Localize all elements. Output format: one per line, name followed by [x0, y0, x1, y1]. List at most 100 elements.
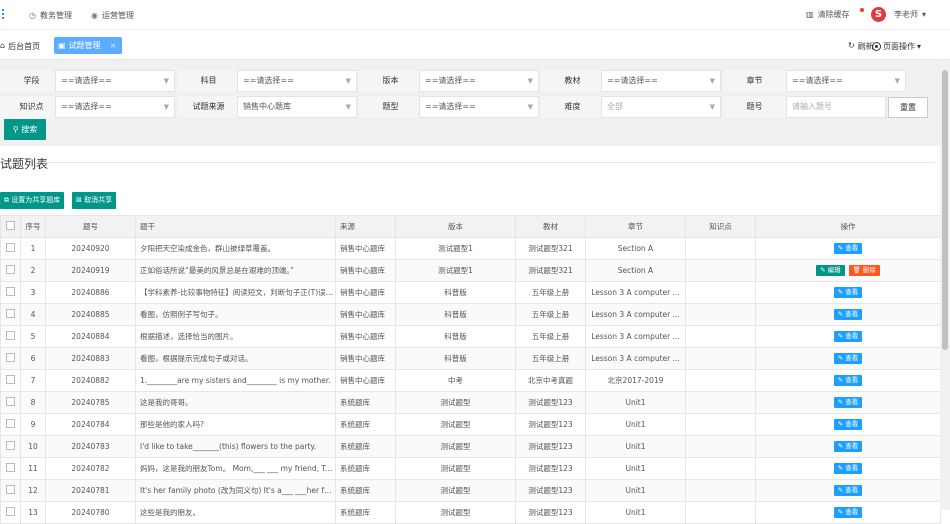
clear-cache-button[interactable]: ▥ 清除缓存	[806, 9, 850, 20]
tab-home[interactable]: ⌂ 后台首页	[0, 41, 40, 52]
cell-id: 20240783	[45, 435, 136, 458]
view-button[interactable]: ✎ 查看	[833, 507, 863, 518]
cell-knowledge	[685, 325, 756, 348]
cell-source: 销售中心题库	[335, 281, 396, 304]
cell-no: 3	[20, 281, 46, 304]
table-row: 1 20240920 夕阳把天空染成金色，群山被绿草覆盖。 销售中心题库 测试题型1 测试…	[0, 237, 941, 260]
cell-id: 20240780	[45, 501, 136, 524]
question-no-input[interactable]: 请输入题号	[786, 96, 886, 118]
cancel-shared-button[interactable]: ⊠ 取消共享	[72, 192, 117, 209]
view-button[interactable]: ✎ 查看	[833, 441, 863, 452]
row-checkbox[interactable]	[0, 281, 21, 304]
cell-id: 20240886	[45, 281, 136, 304]
select-all-checkbox[interactable]	[0, 215, 21, 238]
cell-book: 测试题型123	[515, 391, 586, 414]
cell-stem: 正如俗话所说“最美的风景总是在艰难的顶端。”	[135, 259, 336, 282]
view-button[interactable]: ✎ 查看	[833, 331, 863, 342]
user-menu[interactable]: 李老师 ▾	[894, 9, 926, 20]
select-value: ==请选择==	[425, 76, 476, 85]
view-label: 查看	[845, 508, 859, 516]
cell-source: 销售中心题库	[335, 347, 396, 370]
row-checkbox[interactable]	[0, 237, 21, 260]
row-checkbox[interactable]	[0, 501, 21, 524]
chapter-select[interactable]: ==请选择== ▼	[786, 70, 906, 92]
cell-chapter: Section A	[585, 259, 686, 282]
cell-ops: ✎ 查看	[755, 303, 941, 326]
row-checkbox[interactable]	[0, 391, 21, 414]
row-checkbox[interactable]	[0, 303, 21, 326]
subject-select[interactable]: ==请选择== ▼	[237, 70, 357, 92]
view-button[interactable]: ✎ 查看	[833, 309, 863, 320]
clock-icon: ◷	[29, 11, 36, 20]
view-button[interactable]: ✎ 查看	[833, 243, 863, 254]
cell-stem: 根据描述，选择恰当的图片。	[135, 325, 336, 348]
caret-down-icon: ▾	[917, 42, 922, 51]
row-checkbox[interactable]	[0, 325, 21, 348]
version-select[interactable]: ==请选择== ▼	[419, 70, 539, 92]
difficulty-select[interactable]: 全部 ▼	[601, 96, 721, 118]
cell-book: 测试题型123	[515, 457, 586, 480]
textbook-select[interactable]: ==请选择== ▼	[601, 70, 721, 92]
col-id: 题号	[45, 215, 136, 238]
row-checkbox[interactable]	[0, 479, 21, 502]
page-ops-menu[interactable]: 页面操作 ▾	[872, 41, 921, 52]
close-icon[interactable]: ×	[110, 41, 117, 50]
target-icon: ◉	[91, 11, 98, 20]
cell-version: 测试题型1	[395, 237, 516, 260]
menu-toggle-icon[interactable]	[2, 9, 8, 19]
cell-book: 五年级上册	[515, 303, 586, 326]
cell-knowledge	[685, 259, 756, 282]
home-icon: ⌂	[0, 41, 6, 50]
row-checkbox[interactable]	[0, 347, 21, 370]
cell-knowledge	[685, 303, 756, 326]
search-button[interactable]: ⚲ 搜索	[4, 119, 46, 140]
row-checkbox[interactable]	[0, 413, 21, 436]
table-row: 3 20240886 【学科素养-比较事物特征】阅读短文，判断句子正(T)误(F) 销…	[0, 281, 941, 304]
row-checkbox[interactable]	[0, 259, 21, 282]
cell-source: 系统题库	[335, 435, 396, 458]
type-select[interactable]: ==请选择== ▼	[419, 96, 539, 118]
search-label: 搜索	[21, 125, 38, 134]
set-shared-button[interactable]: ⧉ 设置为共享题库	[0, 192, 65, 209]
view-button[interactable]: ✎ 查看	[833, 485, 863, 496]
view-button[interactable]: ✎ 查看	[833, 353, 863, 364]
nav-item-academic[interactable]: ◷ 教务管理	[29, 10, 72, 21]
cell-book: 测试题型123	[515, 435, 586, 458]
edit-button[interactable]: ✎ 编辑	[816, 265, 845, 276]
nav-item-operations[interactable]: ◉ 运营管理	[91, 10, 134, 21]
table-row: 13 20240780 这些是我的朋友。 系统题库 测试题型 测试题型123 Unit1 ✎ …	[0, 501, 941, 524]
refresh-button[interactable]: ↻ 刷新	[848, 41, 874, 52]
cell-no: 10	[20, 435, 46, 458]
knowledge-select[interactable]: ==请选择== ▼	[55, 96, 175, 118]
source-select[interactable]: 销售中心题库 ▼	[237, 96, 357, 118]
delete-label: 删除	[862, 266, 876, 274]
view-button[interactable]: ✎ 查看	[833, 419, 863, 430]
view-button[interactable]: ✎ 查看	[833, 463, 863, 474]
tab-home-label: 后台首页	[8, 42, 41, 51]
cell-id: 20240782	[45, 457, 136, 480]
list-title: 试题列表	[0, 157, 49, 171]
stage-select[interactable]: ==请选择== ▼	[55, 70, 175, 92]
view-button[interactable]: ✎ 查看	[833, 397, 863, 408]
row-checkbox[interactable]	[0, 369, 21, 392]
row-checkbox[interactable]	[0, 435, 21, 458]
trash-icon: ▥	[806, 10, 814, 19]
cell-no: 9	[20, 413, 46, 436]
clear-cache-label: 清除缓存	[817, 10, 850, 19]
reset-button[interactable]: 重置	[888, 97, 928, 118]
user-avatar[interactable]: S	[871, 7, 886, 22]
scrollbar-thumb[interactable]	[942, 70, 948, 350]
cell-version: 科普版	[395, 347, 516, 370]
cell-ops: ✎ 查看	[755, 369, 941, 392]
cell-knowledge	[685, 369, 756, 392]
filter-label-difficulty: 难度	[541, 96, 604, 118]
tab-question-management[interactable]: ▣ 试题管理 ×	[54, 37, 122, 54]
view-button[interactable]: ✎ 查看	[833, 287, 863, 298]
row-checkbox[interactable]	[0, 457, 21, 480]
delete-button[interactable]: 🗑 删除	[848, 265, 880, 276]
col-knowledge: 知识点	[685, 215, 756, 238]
col-source: 来源	[335, 215, 396, 238]
view-button[interactable]: ✎ 查看	[833, 375, 863, 386]
cell-ops: ✎ 查看	[755, 391, 941, 414]
cell-book: 五年级上册	[515, 281, 586, 304]
